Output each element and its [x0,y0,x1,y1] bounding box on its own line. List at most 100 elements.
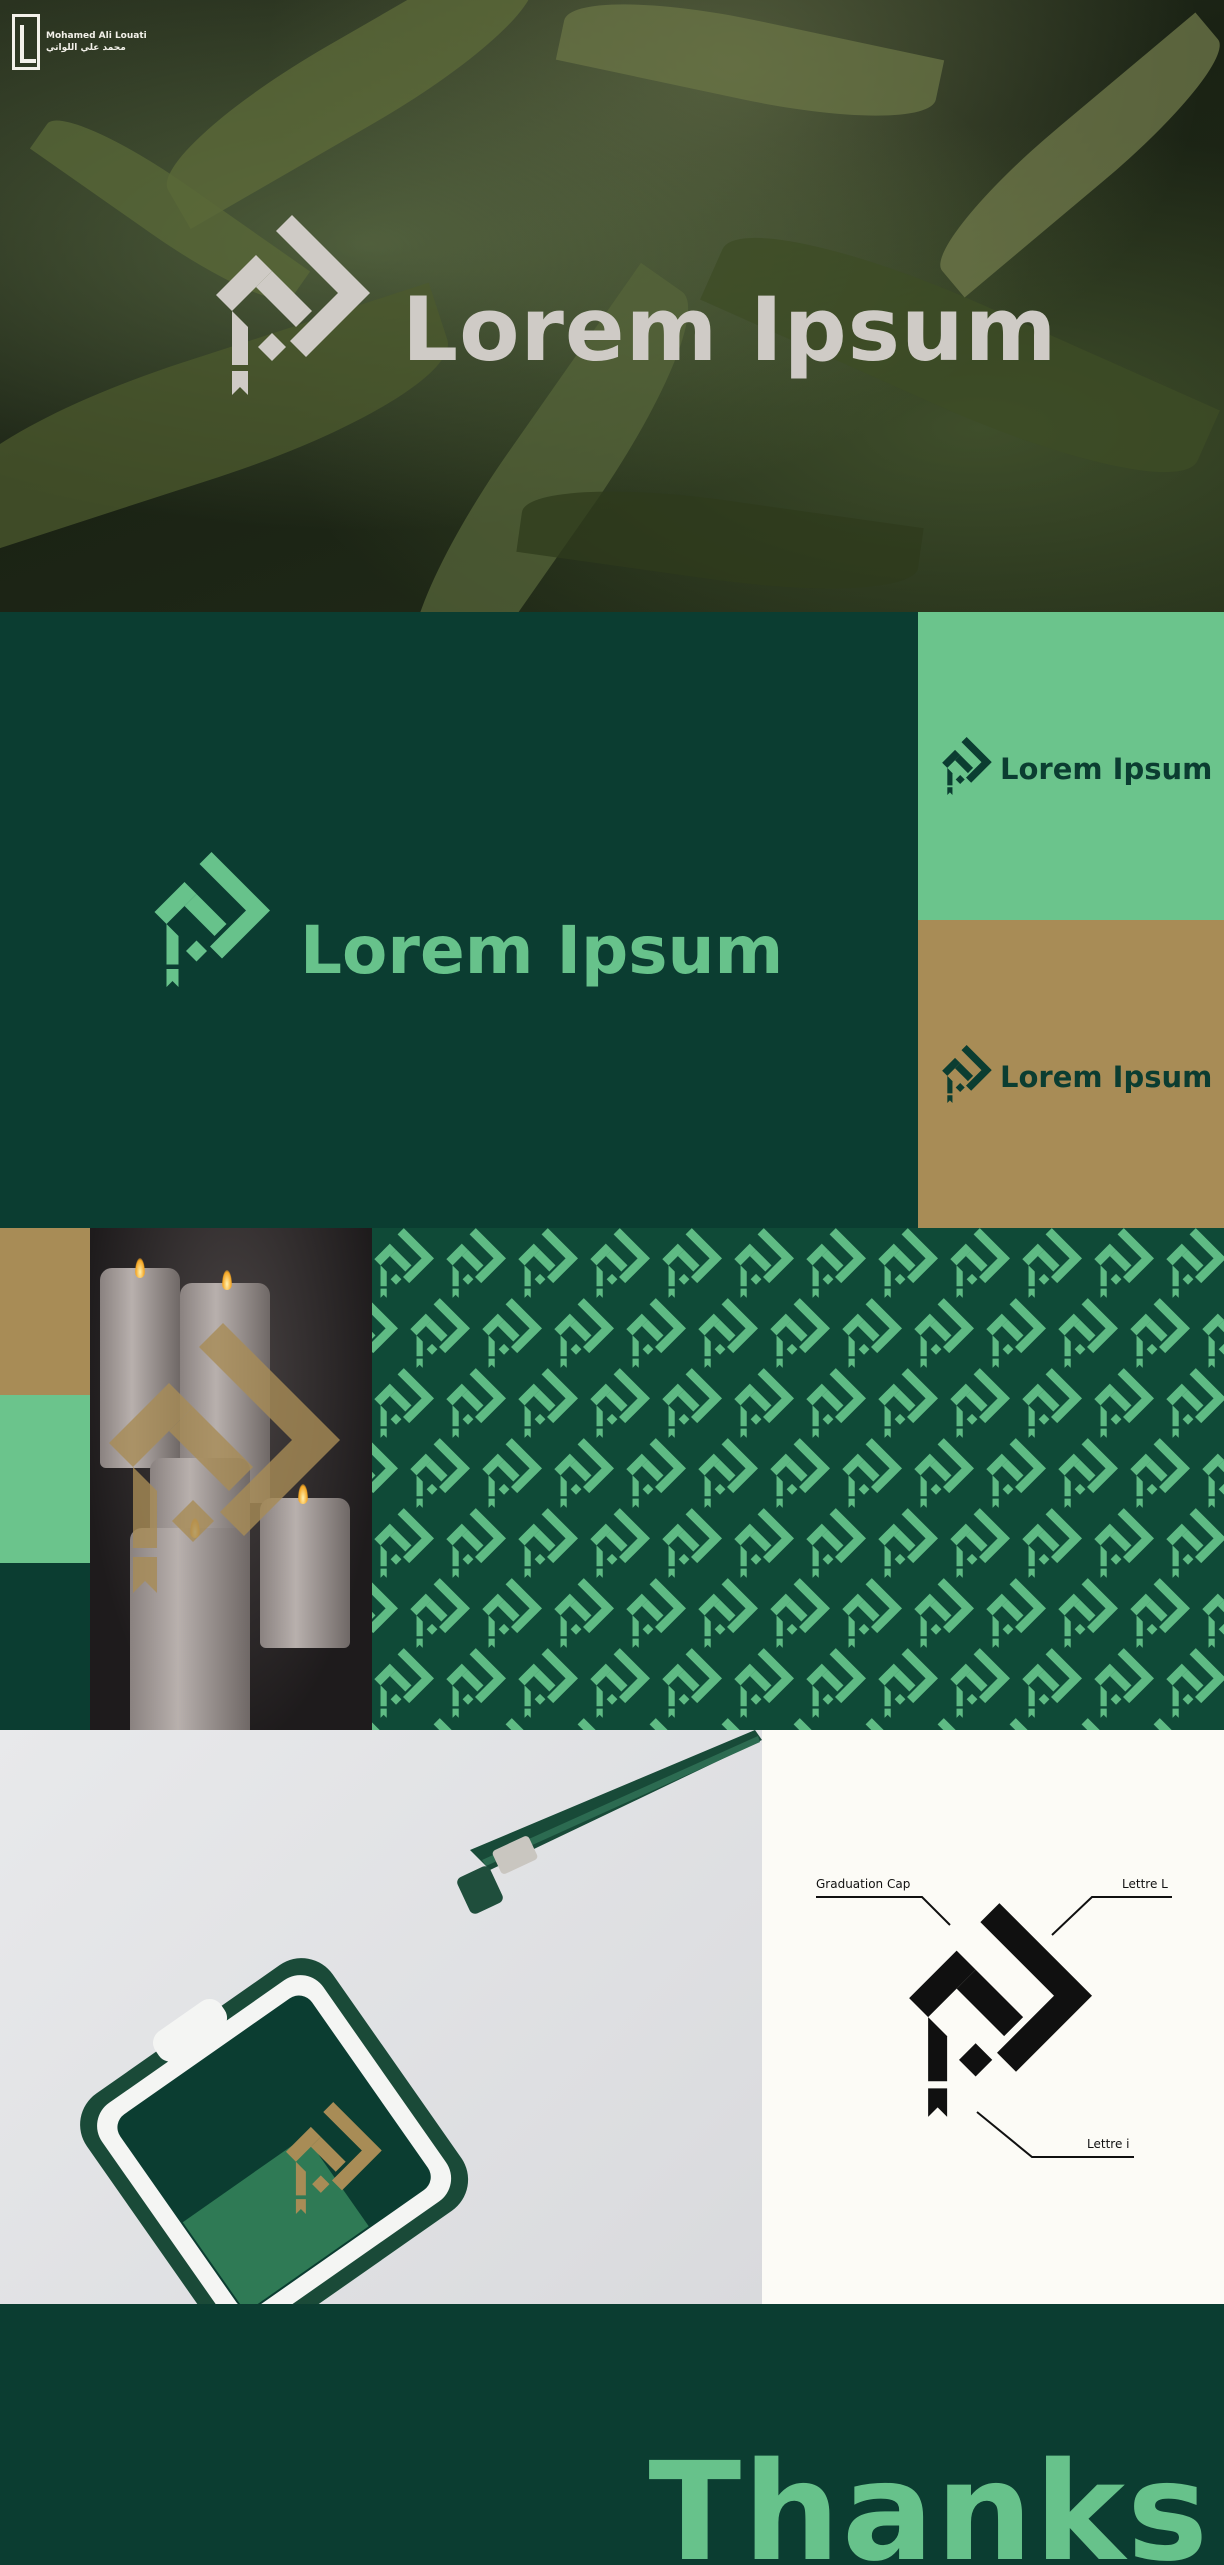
pattern-logo-tile [1058,1718,1118,1730]
signature-arabic-name: محمد علي اللواتي [46,43,126,53]
pattern-logo-tile [1022,1228,1082,1298]
pattern-logo-tile [446,1508,506,1578]
pattern-logo-tile [986,1438,1046,1508]
pattern-logo-tile [842,1578,902,1648]
gold-swatch-card: Lorem Ipsum [918,920,1224,1228]
pattern-logo-tile [770,1438,830,1508]
pattern-logo-tile [950,1368,1010,1438]
pattern-logo-tile [554,1298,614,1368]
lettre-i-label: Lettre i [1087,2137,1130,2151]
pattern-logo-tile [806,1368,866,1438]
logo-construction-diagram [816,1896,1172,2158]
pattern-logo-tile [914,1298,974,1368]
pattern-logo-tile [1130,1438,1190,1508]
pattern-logo-tile [950,1648,1010,1718]
pattern-logo-tile [1058,1298,1118,1368]
pattern-logo-tile [410,1578,470,1648]
pattern-logo-tile [410,1298,470,1368]
pattern-logo-tile [554,1438,614,1508]
pattern-logo-tile [914,1578,974,1648]
pattern-logo-tile [1202,1718,1224,1730]
pattern-logo-tile [554,1718,614,1730]
hero-section: Mohamed Ali Louati محمد علي اللواتي Lore… [0,0,1224,612]
brand-logo-icon [940,1045,992,1103]
pattern-logo-tile [878,1648,938,1718]
pattern-logo-tile [770,1718,830,1730]
signature-name: Mohamed Ali Louati [46,31,147,41]
pattern-logo-tile [374,1228,434,1298]
pattern-logo-tile [446,1368,506,1438]
pattern-logo-tile [410,1438,470,1508]
pattern-logo-tile [806,1508,866,1578]
brand-logo-icon [210,215,370,395]
pattern-logo-tile [1130,1298,1190,1368]
leaf-decoration [145,0,555,229]
pattern-logo-tile [446,1648,506,1718]
pattern-logo-tile [1202,1298,1224,1368]
pattern-logo-tile [842,1718,902,1730]
pattern-logo-tile [878,1228,938,1298]
pattern-logo-tile [518,1368,578,1438]
pattern-logo-tile [1094,1368,1154,1438]
designer-signature: Mohamed Ali Louati محمد علي اللواتي [12,14,147,70]
pattern-logo-tile [554,1578,614,1648]
pattern-logo-tile [410,1718,470,1730]
pattern-logo-tile [662,1228,722,1298]
pattern-logo-tile [878,1368,938,1438]
pattern-logo-tile [806,1228,866,1298]
logo-pattern-graphic [372,1228,1224,1730]
pattern-logo-tile [950,1508,1010,1578]
pattern-logo-tile [1022,1648,1082,1718]
brand-logo-section: Lorem Ipsum Lorem Ipsum Lorem Ipsum [0,612,1224,1228]
pattern-logo-tile [626,1438,686,1508]
pattern-logo-tile [518,1228,578,1298]
pattern-logo-tile [374,1508,434,1578]
thanks-title: Thanks [648,2434,1210,2565]
pattern-logo-tile [1166,1368,1224,1438]
pattern-logo-tile [734,1368,794,1438]
leaf-decoration [555,0,945,139]
logo-construction-panel: Graduation Cap Lettre L Lettre i [762,1730,1224,2304]
pattern-logo-tile [1022,1508,1082,1578]
pattern-logo-tile [1022,1368,1082,1438]
pattern-logo-tile [372,1578,398,1648]
pattern-logo-tile [482,1718,542,1730]
pattern-logo-tile [950,1228,1010,1298]
mockup-construction-section: Graduation Cap Lettre L Lettre i [0,1730,1224,2304]
pattern-logo-tile [590,1228,650,1298]
pattern-logo-tile [986,1298,1046,1368]
pattern-logo-tile [1094,1508,1154,1578]
gold-swatch-title: Lorem Ipsum [1000,1060,1213,1094]
pattern-logo-tile [482,1578,542,1648]
brand-logo-icon [940,737,992,795]
pattern-logo-tile [662,1648,722,1718]
pattern-logo-tile [662,1368,722,1438]
pattern-logo-tile [914,1438,974,1508]
pattern-logo-tile [878,1508,938,1578]
pattern-logo-tile [1058,1438,1118,1508]
pattern-logo-tile [1166,1648,1224,1718]
graduation-cap-label: Graduation Cap [816,1877,911,1891]
hero-brand-title: Lorem Ipsum [402,278,1058,381]
pattern-logo-tile [590,1368,650,1438]
palette-green [0,1395,90,1563]
badge-lanyard-icon [80,1730,762,2304]
palette-dark [0,1563,90,1730]
pattern-logo-tile [626,1298,686,1368]
thanks-section: Thanks [0,2304,1224,2565]
pattern-logo-tile [590,1508,650,1578]
pattern-logo-tile [1130,1718,1190,1730]
brand-logo-icon [100,1323,340,1593]
signature-monogram-icon [12,14,40,70]
pattern-logo-tile [374,1368,434,1438]
candle-flame [135,1258,145,1278]
lettre-l-label: Lettre L [1122,1877,1168,1891]
pattern-logo-tile [698,1578,758,1648]
pattern-logo-tile [372,1718,398,1730]
pattern-logo-tile [1166,1228,1224,1298]
pattern-logo-tile [698,1438,758,1508]
brand-logo-icon [150,852,270,987]
palette-gold [0,1228,90,1395]
pattern-logo-tile [372,1298,398,1368]
pattern-logo-tile [1094,1648,1154,1718]
